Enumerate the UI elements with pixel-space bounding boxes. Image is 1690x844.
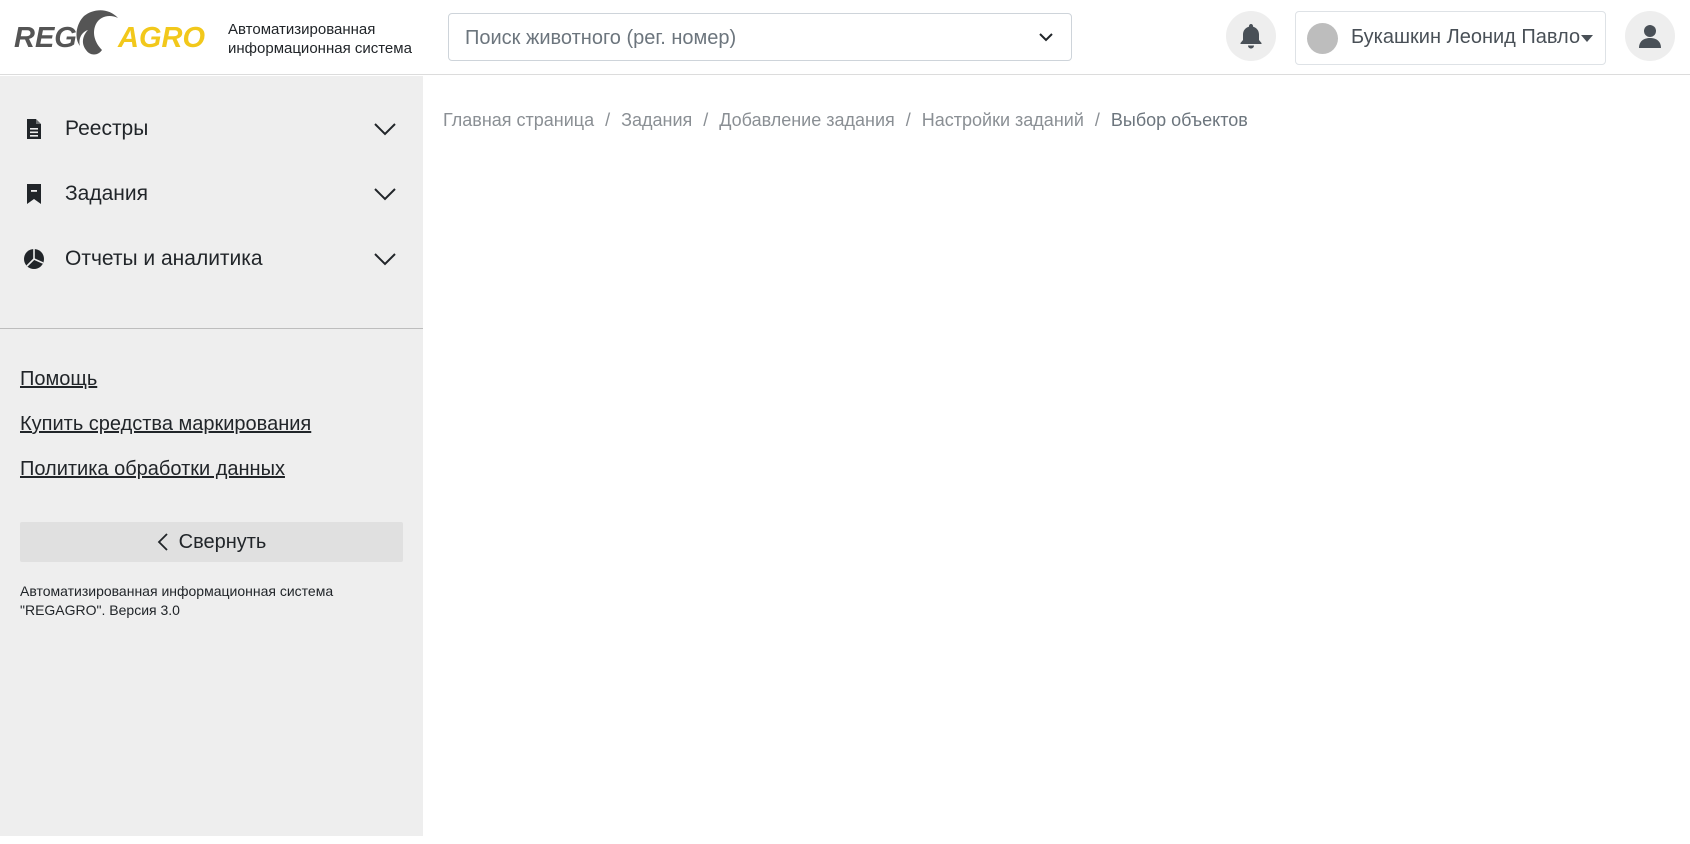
animal-search-select[interactable] xyxy=(448,13,1072,62)
profile-button[interactable] xyxy=(1625,11,1675,61)
sidebar-divider xyxy=(0,328,423,329)
user-avatar xyxy=(1307,23,1338,54)
pie-chart-icon xyxy=(24,249,44,269)
buy-marking-link[interactable]: Купить средства маркирования xyxy=(20,413,311,436)
logo-agro-text: AGRO xyxy=(117,22,205,54)
notifications-button[interactable] xyxy=(1226,11,1276,61)
breadcrumb-home[interactable]: Главная страница xyxy=(443,110,594,130)
caret-down-icon xyxy=(1581,35,1593,42)
chevron-left-icon xyxy=(157,533,168,551)
sidebar-item-label: Отчеты и аналитика xyxy=(65,247,263,270)
top-header: REG AGRO Автоматизированная информационн… xyxy=(0,0,1690,75)
logo-reg-text: REG xyxy=(14,22,77,54)
sidebar-item-label: Реестры xyxy=(65,117,149,140)
breadcrumb-separator: / xyxy=(1094,110,1100,130)
collapse-label: Свернуть xyxy=(178,530,267,553)
sidebar-item-label: Задания xyxy=(65,182,148,205)
collapse-sidebar-button[interactable]: Свернуть xyxy=(20,522,403,562)
breadcrumb-current: Выбор объектов xyxy=(1110,110,1248,130)
sidebar-item-reports[interactable]: Отчеты и аналитика xyxy=(0,229,423,289)
breadcrumb-tasks[interactable]: Задания xyxy=(621,110,692,130)
regagro-logo[interactable]: REG AGRO xyxy=(14,6,214,68)
version-line1: Автоматизированная информационная систем… xyxy=(20,583,334,599)
sidebar-item-tasks[interactable]: Задания xyxy=(0,164,423,224)
user-dropdown[interactable]: Букашкин Леонид Павло xyxy=(1295,11,1606,65)
version-line2: "REGAGRO". Версия 3.0 xyxy=(20,602,180,618)
system-title: Автоматизированная информационная систем… xyxy=(228,20,412,58)
data-policy-link[interactable]: Политика обработки данных xyxy=(20,458,285,481)
chevron-down-icon[interactable] xyxy=(1037,28,1055,46)
breadcrumb-separator: / xyxy=(605,110,611,130)
animal-search-input[interactable] xyxy=(463,14,1027,62)
sidebar-item-registries[interactable]: Реестры xyxy=(0,99,423,159)
chevron-down-icon xyxy=(374,253,396,266)
help-link[interactable]: Помощь xyxy=(20,368,97,391)
system-title-line2: информационная система xyxy=(228,40,412,57)
chevron-down-icon xyxy=(374,123,396,136)
user-name: Букашкин Леонид Павло xyxy=(1351,26,1581,48)
sidebar: Реестры Задания Отчеты и аналитика Помощ… xyxy=(0,76,423,836)
breadcrumb-add-task[interactable]: Добавление задания xyxy=(719,110,895,130)
bell-icon xyxy=(1240,24,1262,49)
user-icon xyxy=(1639,25,1661,48)
breadcrumb: Главная страница / Задания / Добавление зада… xyxy=(443,110,1248,131)
bookmark-icon xyxy=(27,184,41,204)
system-title-line1: Автоматизированная xyxy=(228,21,376,38)
version-info: Автоматизированная информационная систем… xyxy=(20,582,380,620)
breadcrumb-task-settings[interactable]: Настройки заданий xyxy=(922,110,1084,130)
breadcrumb-separator: / xyxy=(703,110,709,130)
breadcrumb-separator: / xyxy=(905,110,911,130)
document-icon xyxy=(27,119,41,139)
chevron-down-icon xyxy=(374,188,396,201)
